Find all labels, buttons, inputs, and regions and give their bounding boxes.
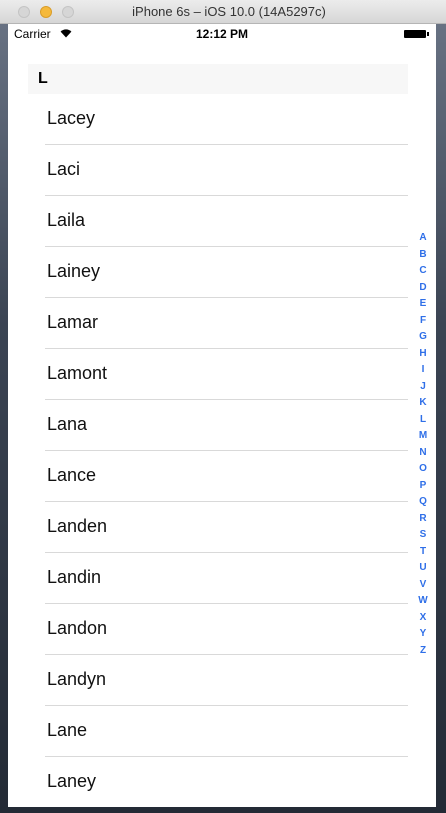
- list-item[interactable]: Lane: [8, 706, 436, 757]
- index-letter-d[interactable]: D: [416, 282, 430, 299]
- list-item[interactable]: Lainey: [8, 247, 436, 298]
- index-letter-b[interactable]: B: [416, 249, 430, 266]
- status-bar: Carrier 12:12 PM: [8, 24, 436, 44]
- index-letter-c[interactable]: C: [416, 265, 430, 282]
- list-item[interactable]: Lance: [8, 451, 436, 502]
- index-letter-z[interactable]: Z: [416, 645, 430, 662]
- zoom-window-button[interactable]: [62, 6, 74, 18]
- simulator-window: iPhone 6s – iOS 10.0 (14A5297c) Carrier …: [0, 0, 446, 813]
- index-letter-u[interactable]: U: [416, 562, 430, 579]
- list-item[interactable]: Landon: [8, 604, 436, 655]
- index-letter-j[interactable]: J: [416, 381, 430, 398]
- list-item-label: Landon: [47, 618, 108, 638]
- list-item-label: Lane: [47, 720, 88, 740]
- list-item-label: Landyn: [47, 669, 107, 689]
- index-letter-h[interactable]: H: [416, 348, 430, 365]
- index-letter-e[interactable]: E: [416, 298, 430, 315]
- index-letter-m[interactable]: M: [416, 430, 430, 447]
- list-item[interactable]: Lamont: [8, 349, 436, 400]
- index-letter-q[interactable]: Q: [416, 496, 430, 513]
- list-item-label: Lamont: [47, 363, 108, 383]
- list-item-label: Lana: [47, 414, 88, 434]
- index-letter-f[interactable]: F: [416, 315, 430, 332]
- list-item[interactable]: Lamar: [8, 298, 436, 349]
- name-list: Lacey Laci Laila Lainey Lamar Lamont Lan…: [8, 94, 436, 807]
- list-item-label: Laci: [47, 159, 81, 179]
- list-item[interactable]: Lana: [8, 400, 436, 451]
- index-letter-x[interactable]: X: [416, 612, 430, 629]
- phone-screen: Carrier 12:12 PM L Lacey Laci Laila Lain…: [8, 24, 436, 807]
- window-title: iPhone 6s – iOS 10.0 (14A5297c): [132, 4, 326, 19]
- section-title: L: [38, 70, 48, 87]
- list-item[interactable]: Laila: [8, 196, 436, 247]
- list-item[interactable]: Landin: [8, 553, 436, 604]
- list-item-label: Lacey: [47, 108, 96, 128]
- list-item[interactable]: Landyn: [8, 655, 436, 706]
- list-item[interactable]: Lacey: [8, 94, 436, 145]
- index-letter-r[interactable]: R: [416, 513, 430, 530]
- list-item[interactable]: Landen: [8, 502, 436, 553]
- list-item-label: Landin: [47, 567, 102, 587]
- index-letter-l[interactable]: L: [416, 414, 430, 431]
- index-letter-w[interactable]: W: [416, 595, 430, 612]
- list-item-label: Laila: [47, 210, 86, 230]
- index-letter-g[interactable]: G: [416, 331, 430, 348]
- list-item[interactable]: Laci: [8, 145, 436, 196]
- list-item-label: Laney: [47, 771, 97, 791]
- list-item-label: Lamar: [47, 312, 99, 332]
- section-index-bar[interactable]: A B C D E F G H I J K L M N O P Q R S T …: [416, 232, 430, 661]
- index-letter-t[interactable]: T: [416, 546, 430, 563]
- list-item-label: Lainey: [47, 261, 101, 281]
- close-window-button[interactable]: [18, 6, 30, 18]
- index-letter-n[interactable]: N: [416, 447, 430, 464]
- index-letter-k[interactable]: K: [416, 397, 430, 414]
- section-header: L: [28, 64, 408, 94]
- index-letter-s[interactable]: S: [416, 529, 430, 546]
- index-letter-a[interactable]: A: [416, 232, 430, 249]
- battery-icon: [404, 30, 429, 38]
- status-time: 12:12 PM: [195, 27, 249, 41]
- index-letter-y[interactable]: Y: [416, 628, 430, 645]
- list-item-label: Lance: [47, 465, 97, 485]
- index-letter-p[interactable]: P: [416, 480, 430, 497]
- title-bar: iPhone 6s – iOS 10.0 (14A5297c): [0, 0, 446, 24]
- index-letter-i[interactable]: I: [416, 364, 430, 381]
- index-letter-v[interactable]: V: [416, 579, 430, 596]
- list-item-label: Landen: [47, 516, 108, 536]
- minimize-window-button[interactable]: [40, 6, 52, 18]
- list-item[interactable]: Laney: [8, 757, 436, 807]
- index-letter-o[interactable]: O: [416, 463, 430, 480]
